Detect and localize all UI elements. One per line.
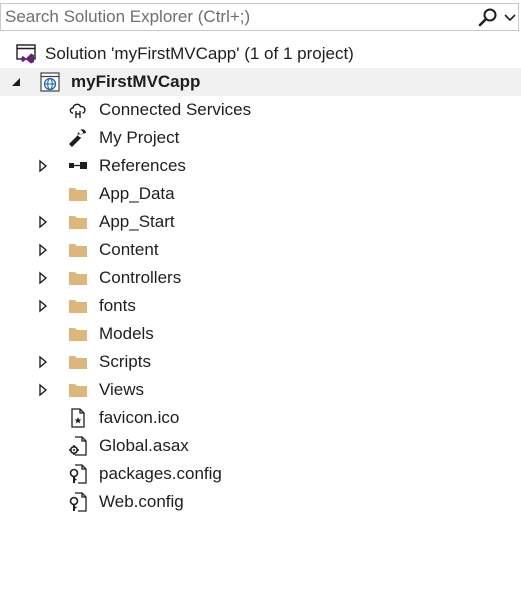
tree-label: App_Start [99,212,175,231]
solution-icon [16,44,36,64]
search-bar [0,3,519,31]
solution-explorer: Solution 'myFirstMVCapp' (1 of 1 project… [0,0,521,611]
tree-row-solution[interactable]: Solution 'myFirstMVCapp' (1 of 1 project… [0,40,521,68]
tree-row-folder[interactable]: fonts [0,292,521,320]
tree-row-file[interactable]: Global.asax [0,432,521,460]
wrench-icon [68,128,88,148]
tree-label: Controllers [99,268,182,287]
tree-row-folder[interactable]: Content [0,236,521,264]
config-file-icon [68,492,88,512]
tree-label: Global.asax [99,436,189,455]
tree-label: References [99,156,186,175]
tree-label: packages.config [99,464,222,483]
tree-row-folder[interactable]: Scripts [0,348,521,376]
collapsed-arrow-icon[interactable] [37,215,49,229]
folder-icon [68,240,88,260]
tree-label: Scripts [99,352,151,371]
references-icon [68,156,88,176]
folder-icon [68,212,88,232]
connected-services-icon [68,100,88,120]
tree-row-references[interactable]: References [0,152,521,180]
folder-icon [68,324,88,344]
folder-icon [68,352,88,372]
tree-label: Content [99,240,159,259]
tree-label: Models [99,324,154,343]
search-input[interactable] [1,4,469,30]
tree-label-solution: Solution 'myFirstMVCapp' (1 of 1 project… [45,44,354,63]
folder-icon [68,184,88,204]
tree-label: Connected Services [99,100,252,119]
collapsed-arrow-icon[interactable] [37,355,49,369]
config-file-icon [68,464,88,484]
tree-row-file[interactable]: Web.config [0,488,521,516]
collapsed-arrow-icon[interactable] [37,299,49,313]
folder-icon [68,268,88,288]
icon-file-icon [68,408,88,428]
tree-label: My Project [99,128,180,147]
collapsed-arrow-icon[interactable] [37,159,49,173]
tree-label: Views [99,380,145,399]
solution-tree: Solution 'myFirstMVCapp' (1 of 1 project… [0,40,521,516]
folder-icon [68,380,88,400]
collapsed-arrow-icon[interactable] [37,243,49,257]
global-asax-file-icon [68,436,88,456]
tree-row-my-project[interactable]: My Project [0,124,521,152]
tree-row-file[interactable]: packages.config [0,460,521,488]
expanded-arrow-icon[interactable] [10,75,22,89]
collapsed-arrow-icon[interactable] [37,271,49,285]
web-project-icon [40,72,60,92]
tree-label: App_Data [99,184,175,203]
tree-label: Web.config [99,492,184,511]
magnifier-icon[interactable] [477,7,499,27]
tree-label: fonts [99,296,136,315]
collapsed-arrow-icon[interactable] [37,383,49,397]
folder-icon [68,296,88,316]
tree-row-folder[interactable]: App_Start [0,208,521,236]
tree-row-folder[interactable]: App_Data [0,180,521,208]
dropdown-arrow-icon[interactable] [503,7,517,27]
tree-label: favicon.ico [99,408,180,427]
tree-row-folder[interactable]: Controllers [0,264,521,292]
tree-row-folder[interactable]: Views [0,376,521,404]
tree-row-project[interactable]: myFirstMVCapp [0,68,521,96]
tree-row-folder[interactable]: Models [0,320,521,348]
tree-label-project: myFirstMVCapp [71,72,201,91]
tree-row-connected-services[interactable]: Connected Services [0,96,521,124]
tree-row-file[interactable]: favicon.ico [0,404,521,432]
